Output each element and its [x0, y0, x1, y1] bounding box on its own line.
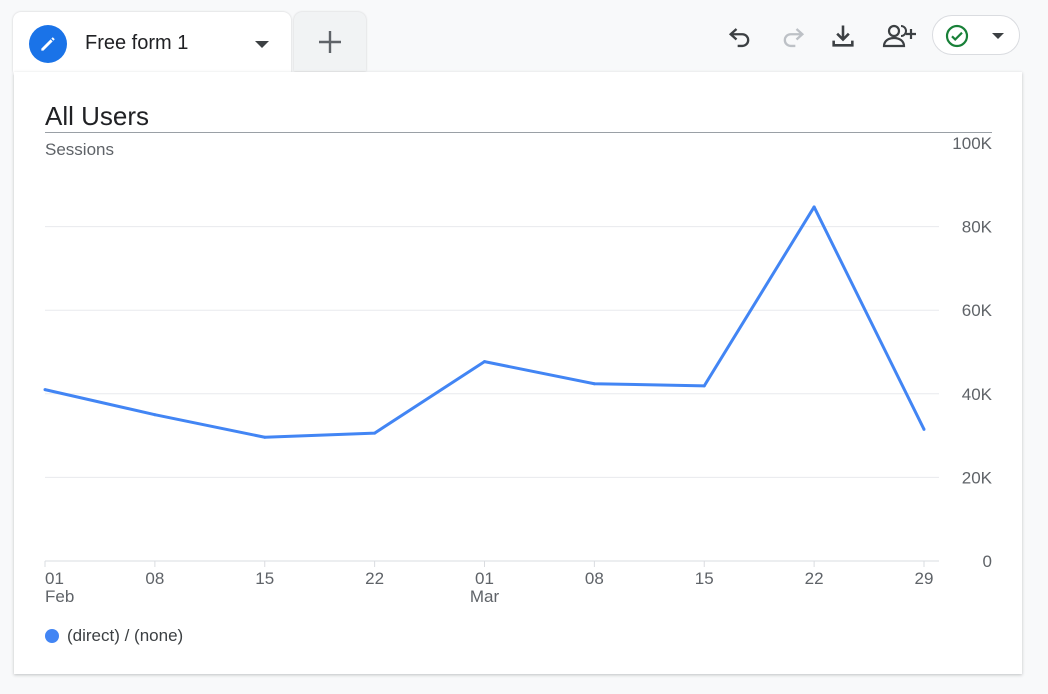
y-tick-label: 60K	[962, 301, 993, 320]
status-dropdown[interactable]	[932, 15, 1020, 55]
undo-icon	[728, 28, 750, 48]
pencil-icon	[29, 25, 67, 63]
redo-button[interactable]	[777, 20, 809, 52]
legend-series-dot	[45, 629, 59, 643]
tab-title: Free form 1	[85, 32, 189, 54]
x-tick-label: 15	[255, 569, 274, 588]
x-tick-label: 22	[365, 569, 384, 588]
x-tick-label: 29	[915, 569, 934, 588]
undo-button[interactable]	[724, 20, 756, 52]
legend-series-label: (direct) / (none)	[67, 626, 184, 645]
tab-free-form-1[interactable]: Free form 1	[13, 12, 291, 75]
x-tick-label: 08	[585, 569, 604, 588]
add-tab-button[interactable]	[294, 12, 366, 71]
data-point	[43, 388, 47, 392]
x-tick-sublabel: Mar	[470, 587, 500, 606]
data-point	[922, 427, 926, 431]
check-circle-icon	[945, 24, 969, 48]
line-chart: 020K40K60K80K100K01Feb08 15 22 01Mar08 15 22 2…	[43, 134, 993, 606]
data-point	[373, 431, 377, 435]
share-users-icon	[882, 24, 916, 48]
y-tick-label: 40K	[962, 385, 993, 404]
y-tick-label: 0	[983, 552, 992, 571]
y-tick-label: 20K	[962, 468, 993, 487]
data-point	[153, 413, 157, 417]
data-point	[702, 384, 706, 388]
data-point	[812, 205, 816, 209]
data-point	[263, 435, 267, 439]
x-tick-label: 01	[45, 569, 64, 588]
data-point	[483, 360, 486, 364]
data-point	[592, 382, 596, 386]
x-tick-label: 15	[695, 569, 714, 588]
x-tick-label: 08	[145, 569, 164, 588]
chart-card: All Users Sessions 0 20K 40K 60K 80K 100K 01 Fe…	[14, 72, 1022, 674]
x-tick-label: 01	[475, 569, 494, 588]
dropdown-arrow-icon	[992, 33, 1004, 39]
download-icon	[832, 25, 854, 47]
legend[interactable]: (direct) / (none)	[45, 626, 183, 646]
x-tick-sublabel: Feb	[45, 587, 74, 606]
y-tick-label: 80K	[962, 218, 993, 237]
x-tick-label: 22	[805, 569, 824, 588]
series-line	[44, 205, 926, 439]
tab-menu-caret-icon[interactable]	[253, 37, 271, 55]
download-button[interactable]	[827, 20, 859, 52]
share-button[interactable]	[880, 20, 918, 52]
plus-icon	[319, 30, 341, 53]
y-tick-label: 100K	[952, 134, 992, 153]
redo-icon	[783, 28, 805, 48]
